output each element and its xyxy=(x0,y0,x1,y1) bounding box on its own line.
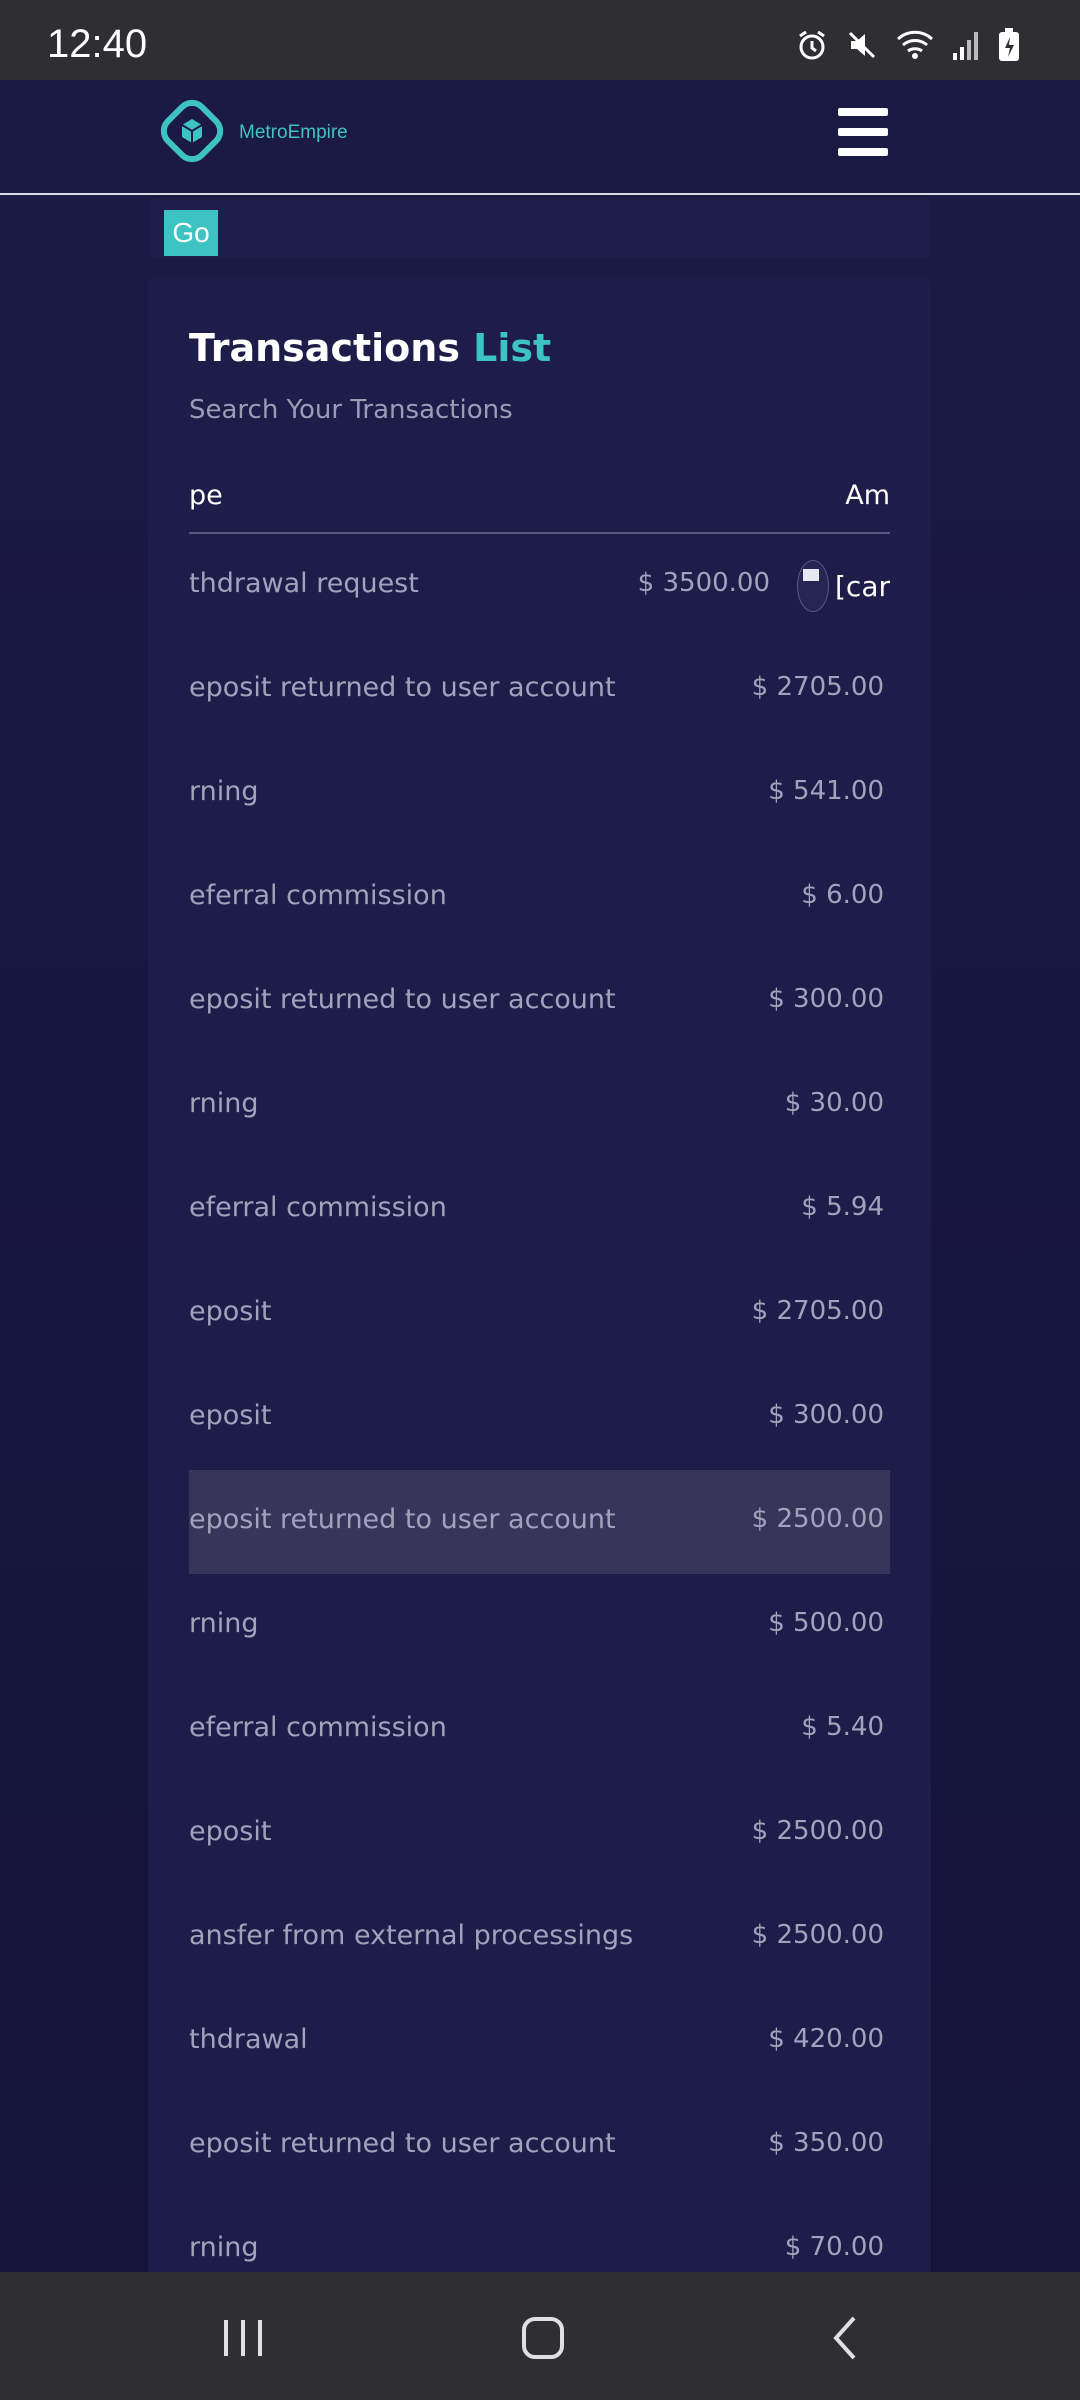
mute-icon xyxy=(846,29,878,65)
search-bar: Go xyxy=(150,198,930,258)
table-row[interactable]: eposit returned to user account $ 300.00 xyxy=(189,950,890,1054)
table-row[interactable]: eposit returned to user account $ 2500.00 xyxy=(189,1470,890,1574)
cell-type: eposit xyxy=(189,1400,272,1431)
table-row[interactable]: thdrawal $ 420.00 xyxy=(189,1990,890,2094)
cell-amount: $ 300.00 xyxy=(768,984,884,1014)
cell-amount: $ 2500.00 xyxy=(751,1920,884,1950)
hamburger-line xyxy=(838,148,888,156)
cell-amount: $ 300.00 xyxy=(768,1400,884,1430)
table-row[interactable]: eposit $ 2705.00 xyxy=(189,1262,890,1366)
status-time: 12:40 xyxy=(47,22,148,66)
table-row[interactable]: eposit returned to user account $ 2705.00 xyxy=(189,638,890,742)
table-row[interactable]: eferral commission $ 5.94 xyxy=(189,1158,890,1262)
row-extra: [car xyxy=(797,560,890,612)
table-row[interactable]: rning $ 30.00 xyxy=(189,1054,890,1158)
cell-type: eposit xyxy=(189,1816,272,1847)
cell-amount: $ 541.00 xyxy=(768,776,884,806)
table-row[interactable]: eferral commission $ 5.40 xyxy=(189,1678,890,1782)
page-title: Transactions List xyxy=(189,326,551,370)
cell-amount: $ 3500.00 xyxy=(637,568,770,598)
table-row[interactable]: eposit $ 2500.00 xyxy=(189,1782,890,1886)
hamburger-menu-icon[interactable] xyxy=(838,108,888,156)
brand-logo[interactable]: MetroEmpire xyxy=(155,94,348,172)
table-body: thdrawal request $ 3500.00 [car eposit retu… xyxy=(189,534,890,2272)
cell-amount: $ 500.00 xyxy=(768,1608,884,1638)
cell-type: rning xyxy=(189,776,259,807)
battery-icon xyxy=(998,28,1020,66)
cell-type: eposit returned to user account xyxy=(189,984,616,1015)
hamburger-line xyxy=(838,128,888,136)
hamburger-line xyxy=(838,108,888,116)
table-row[interactable]: eposit returned to user account $ 350.00 xyxy=(189,2094,890,2198)
cell-type: rning xyxy=(189,2232,259,2263)
table-row[interactable]: thdrawal request $ 3500.00 [car xyxy=(189,534,890,638)
alarm-icon xyxy=(796,29,828,65)
cell-amount: $ 420.00 xyxy=(768,2024,884,2054)
signal-icon xyxy=(952,29,980,65)
cell-type: eferral commission xyxy=(189,1712,447,1743)
system-nav-bar xyxy=(0,2272,1080,2400)
cell-amount: $ 2705.00 xyxy=(751,1296,884,1326)
column-header-amount[interactable]: Am xyxy=(845,480,890,511)
table-row[interactable]: eferral commission $ 6.00 xyxy=(189,846,890,950)
page: MetroEmpire Go Transactions List Search … xyxy=(0,80,1080,2272)
transactions-card: Transactions List Search Your Transactio… xyxy=(148,276,931,2272)
wifi-icon xyxy=(896,29,934,65)
cell-type: thdrawal xyxy=(189,2024,308,2055)
cell-amount: $ 6.00 xyxy=(801,880,884,910)
cell-type: eposit returned to user account xyxy=(189,2128,616,2159)
page-subtitle: Search Your Transactions xyxy=(189,395,513,425)
brand-name: MetroEmpire xyxy=(239,122,348,143)
cell-type: eposit returned to user account xyxy=(189,672,616,703)
cell-type: rning xyxy=(189,1088,259,1119)
cell-type: rning xyxy=(189,1608,259,1639)
cell-type: ansfer from external processings xyxy=(189,1920,634,1951)
table-row[interactable]: rning $ 70.00 xyxy=(189,2198,890,2272)
table-row[interactable]: rning $ 541.00 xyxy=(189,742,890,846)
table-row[interactable]: ansfer from external processings $ 2500.0… xyxy=(189,1886,890,1990)
column-header-type[interactable]: pe xyxy=(189,480,223,511)
cell-extra: [car xyxy=(835,569,890,603)
cell-amount: $ 2705.00 xyxy=(751,672,884,702)
image-thumbnail-icon[interactable] xyxy=(797,560,829,612)
cell-amount: $ 30.00 xyxy=(784,1088,884,1118)
cell-type: thdrawal request xyxy=(189,568,419,599)
go-button[interactable]: Go xyxy=(164,210,218,256)
cell-type: eposit returned to user account xyxy=(189,1504,616,1535)
cell-amount: $ 350.00 xyxy=(768,2128,884,2158)
status-icons xyxy=(796,28,1020,66)
cell-type: eferral commission xyxy=(189,1192,447,1223)
table-row[interactable]: eposit $ 300.00 xyxy=(189,1366,890,1470)
table-row[interactable]: rning $ 500.00 xyxy=(189,1574,890,1678)
title-main: Transactions xyxy=(189,326,460,370)
home-icon[interactable] xyxy=(520,2316,566,2364)
cell-amount: $ 5.40 xyxy=(801,1712,884,1742)
table-header: pe Am xyxy=(189,464,890,534)
cell-type: eposit xyxy=(189,1296,272,1327)
cell-amount: $ 70.00 xyxy=(784,2232,884,2262)
status-bar: 12:40 xyxy=(0,0,1080,80)
logo-icon xyxy=(155,94,229,172)
cell-type: eferral commission xyxy=(189,880,447,911)
recents-icon[interactable] xyxy=(220,2316,266,2364)
transactions-table[interactable]: pe Am thdrawal request $ 3500.00 [car eposi… xyxy=(189,464,890,2272)
title-accent: List xyxy=(473,326,552,370)
cell-amount: $ 5.94 xyxy=(801,1192,884,1222)
top-navbar: MetroEmpire xyxy=(0,80,1080,195)
back-icon[interactable] xyxy=(826,2316,866,2364)
cell-amount: $ 2500.00 xyxy=(751,1816,884,1846)
cell-amount: $ 2500.00 xyxy=(751,1504,884,1534)
